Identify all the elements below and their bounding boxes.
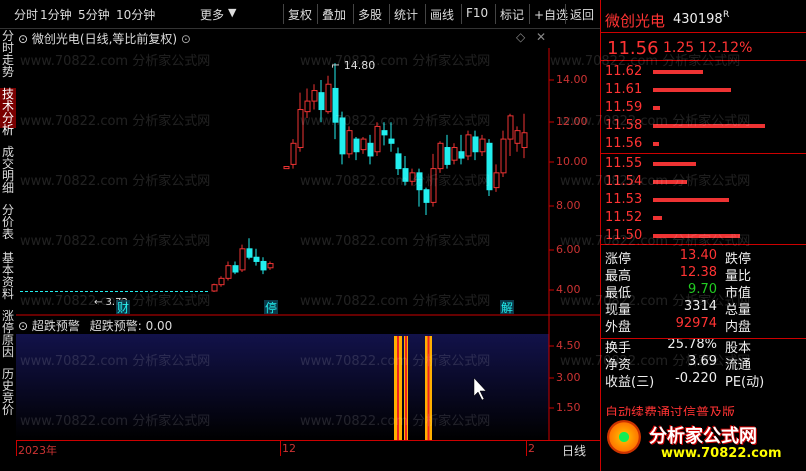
watermark-text: www.70822.com 分析家公式网 [560,354,751,369]
watermark-text: www.70822.com 分析家公式网 [300,54,491,69]
watermark-text: www.70822.com 分析家公式网 [20,414,211,429]
watermark-text: www.70822.com 分析家公式网 [20,114,211,129]
watermark-text: www.70822.com 分析家公式网 [20,354,211,369]
watermark-text: www.70822.com 分析家公式网 [300,234,491,249]
watermark-text: www.70822.com 分析家公式网 [20,294,211,309]
watermark-text: www.70822.com 分析家公式网 [300,294,491,309]
watermark-text: www.70822.com 分析家公式网 [560,114,751,129]
watermark-text: www.70822.com 分析家公式网 [560,294,751,309]
watermark-text: www.70822.com 分析家公式网 [20,174,211,189]
watermark-layer: www.70822.com 分析家公式网 www.70822.com 分析家公式网… [0,0,806,471]
watermark-text: www.70822.com 分析家公式网 [20,54,211,69]
watermark-text: www.70822.com 分析家公式网 [20,234,211,249]
watermark-text: www.70822.com 分析家公式网 [560,174,751,189]
watermark-text: www.70822.com 分析家公式网 [300,174,491,189]
watermark-text: www.70822.com 分析家公式网 [550,54,741,69]
watermark-text: www.70822.com 分析家公式网 [300,354,491,369]
watermark-text: www.70822.com 分析家公式网 [560,234,751,249]
watermark-text: www.70822.com 分析家公式网 [300,414,491,429]
watermark-text: www.70822.com 分析家公式网 [300,114,491,129]
